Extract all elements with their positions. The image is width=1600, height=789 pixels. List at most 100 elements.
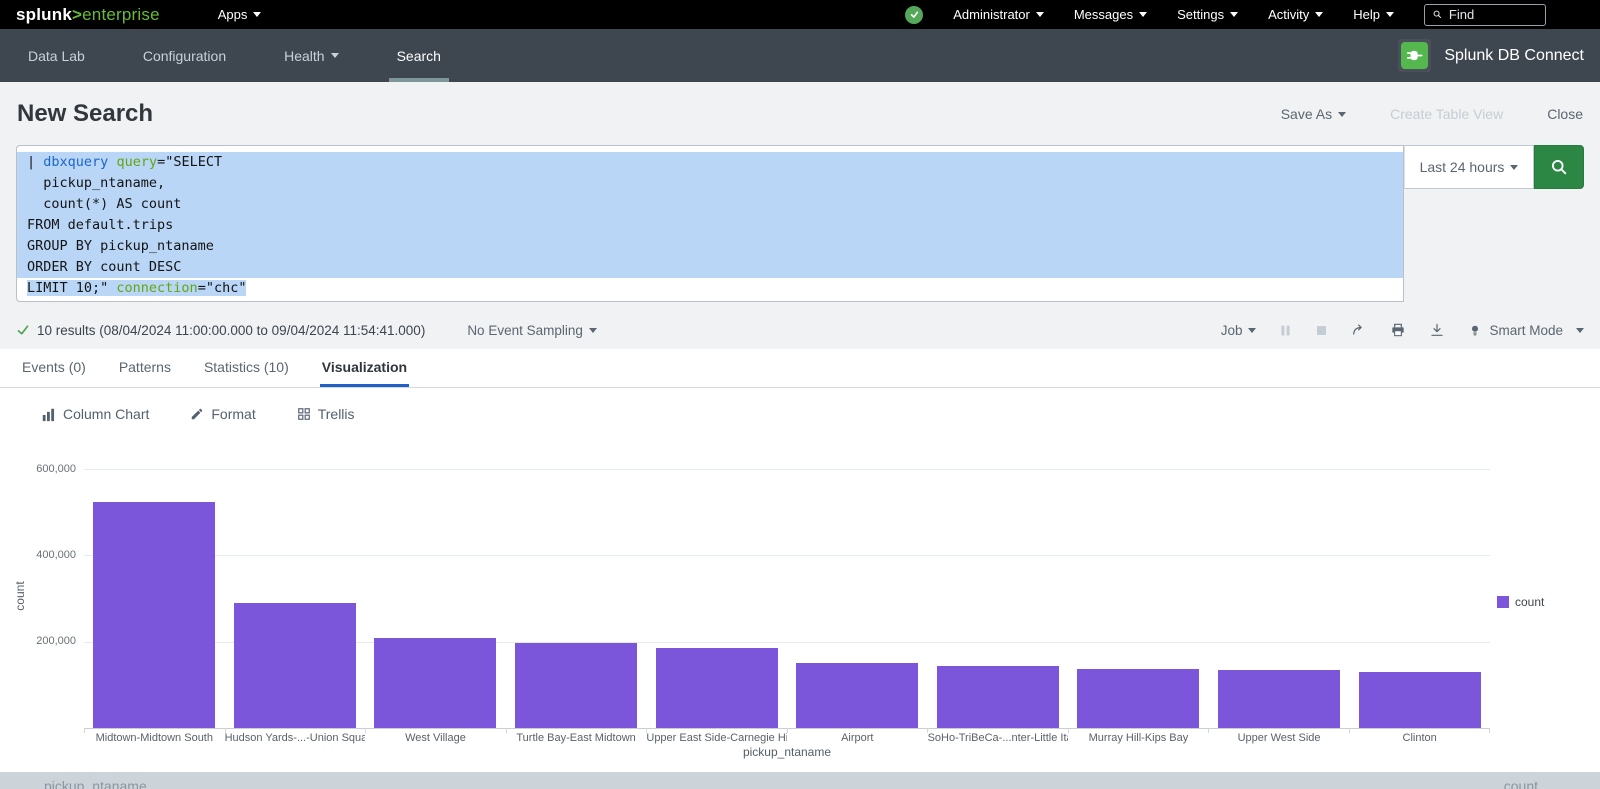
trellis-icon [297, 407, 311, 421]
caret-down-icon [253, 12, 261, 17]
chart-category [1349, 440, 1490, 728]
check-icon [909, 9, 920, 20]
print-button[interactable] [1390, 322, 1406, 338]
find-input[interactable] [1449, 7, 1538, 22]
trellis-label: Trellis [318, 406, 355, 422]
chart-bar[interactable] [374, 638, 496, 728]
event-sampling-dropdown[interactable]: No Event Sampling [467, 323, 597, 338]
page-title: New Search [17, 100, 153, 128]
column-header-count[interactable]: count [1504, 778, 1538, 789]
chart-bar[interactable] [937, 666, 1059, 728]
x-category-label: Upper West Side [1209, 732, 1350, 744]
chart-bar[interactable] [515, 643, 637, 728]
format-label: Format [211, 406, 255, 422]
find-search-box[interactable] [1424, 4, 1546, 26]
y-tick-label: 200,000 [6, 635, 76, 647]
save-as-label: Save As [1281, 106, 1332, 122]
format-button[interactable]: Format [190, 406, 255, 422]
print-icon [1390, 322, 1406, 338]
job-menu[interactable]: Job [1221, 323, 1257, 338]
settings-menu[interactable]: Settings [1177, 7, 1238, 22]
chart-bar[interactable] [796, 663, 918, 728]
y-tick-label: 600,000 [6, 463, 76, 475]
x-category-label: Hudson Yards-...-Union Square [225, 732, 366, 744]
search-query-input[interactable]: | dbxquery query="SELECT pickup_ntaname,… [16, 145, 1404, 302]
db-connect-icon-frame [1398, 39, 1431, 72]
save-as-button[interactable]: Save As [1281, 106, 1346, 122]
tab-label: Patterns [119, 359, 171, 375]
tab-visualization[interactable]: Visualization [320, 349, 409, 387]
results-bar: 10 results (08/04/2024 11:00:00.000 to 0… [16, 311, 1584, 349]
chart-category [646, 440, 787, 728]
query-line: pickup_ntaname, [17, 173, 1403, 194]
app-identity[interactable]: Splunk DB Connect [1398, 39, 1584, 72]
chart-bar[interactable] [1077, 669, 1199, 728]
splunk-logo[interactable]: splunk>enterprise [16, 5, 160, 25]
chart-category [1209, 440, 1350, 728]
x-category-label: Airport [787, 732, 928, 744]
x-category-label: Murray Hill-Kips Bay [1068, 732, 1209, 744]
active-nav-underline [389, 78, 449, 82]
nav-item-data-lab[interactable]: Data Lab [20, 29, 93, 82]
chart-bar[interactable] [234, 603, 356, 728]
tab-events[interactable]: Events (0) [20, 349, 88, 387]
tab-label: Statistics (10) [204, 359, 289, 375]
activity-menu[interactable]: Activity [1268, 7, 1323, 22]
job-label: Job [1221, 323, 1243, 338]
column-header-pickup-ntaname[interactable]: pickup_ntaname [44, 778, 147, 789]
chart-bar[interactable] [93, 502, 215, 728]
tab-statistics[interactable]: Statistics (10) [202, 349, 291, 387]
db-connect-plug-icon [1401, 42, 1428, 69]
x-category-label: SoHo-TriBeCa-...nter-Little Italy [928, 732, 1069, 744]
run-search-button[interactable] [1534, 145, 1584, 189]
chart-bar[interactable] [1218, 670, 1340, 728]
share-icon [1351, 322, 1367, 338]
share-button[interactable] [1351, 322, 1367, 338]
nav-item-search[interactable]: Search [389, 29, 449, 82]
chart-category [84, 440, 225, 728]
apps-menu[interactable]: Apps [218, 7, 262, 22]
chart-category [506, 440, 647, 728]
caret-down-icon [1139, 12, 1147, 17]
nav-item-configuration[interactable]: Configuration [135, 29, 234, 82]
stop-button[interactable] [1315, 324, 1328, 337]
y-axis-title: count [13, 546, 27, 646]
time-range-picker[interactable]: Last 24 hours [1404, 145, 1534, 189]
download-icon [1429, 322, 1445, 338]
user-menu[interactable]: Administrator [953, 7, 1044, 22]
visualization-toolbar: Column Chart Format Trellis [0, 388, 1600, 440]
app-name: Splunk DB Connect [1444, 47, 1584, 65]
logo-brand: splunk [16, 5, 72, 25]
caret-down-icon [589, 328, 597, 333]
help-menu[interactable]: Help [1353, 7, 1394, 22]
messages-menu[interactable]: Messages [1074, 7, 1147, 22]
chart-bar[interactable] [656, 648, 778, 728]
trellis-button[interactable]: Trellis [297, 406, 355, 422]
results-status: 10 results (08/04/2024 11:00:00.000 to 0… [16, 323, 425, 338]
page-header: New Search Save As Create Table View Clo… [0, 82, 1600, 145]
system-status-icon[interactable] [905, 6, 923, 24]
legend-label: count [1515, 595, 1544, 609]
help-menu-label: Help [1353, 7, 1380, 22]
query-line: count(*) AS count [17, 194, 1403, 215]
nav-item-health[interactable]: Health [276, 29, 346, 82]
chart-category [787, 440, 928, 728]
caret-down-icon [331, 53, 339, 58]
create-table-view-button[interactable]: Create Table View [1390, 106, 1503, 122]
sampling-label: No Event Sampling [467, 323, 583, 338]
search-mode-dropdown[interactable]: Smart Mode [1468, 323, 1584, 338]
legend-item-count[interactable]: count [1497, 595, 1544, 609]
results-tabs: Events (0) Patterns Statistics (10) Visu… [0, 349, 1600, 388]
top-bar: splunk>enterprise Apps Administrator Mes… [0, 0, 1600, 29]
close-button[interactable]: Close [1547, 106, 1583, 122]
pause-button[interactable] [1279, 324, 1292, 337]
activity-menu-label: Activity [1268, 7, 1309, 22]
x-category-label: West Village [365, 732, 506, 744]
caret-down-icon [1510, 165, 1518, 170]
query-line: | dbxquery query="SELECT [17, 152, 1403, 173]
export-button[interactable] [1429, 322, 1445, 338]
chart-bar[interactable] [1359, 672, 1481, 728]
tab-patterns[interactable]: Patterns [117, 349, 173, 387]
app-nav-bar: Data Lab Configuration Health Search Spl… [0, 29, 1600, 82]
chart-type-picker[interactable]: Column Chart [41, 406, 149, 422]
